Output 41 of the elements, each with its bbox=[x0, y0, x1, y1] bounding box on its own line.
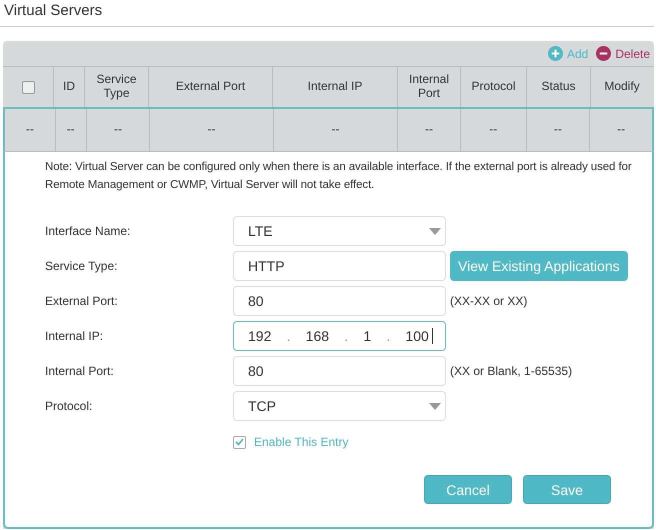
plus-icon bbox=[548, 46, 563, 61]
field-label: Interface Name: bbox=[45, 224, 132, 238]
caret-icon bbox=[429, 403, 441, 410]
table-cell: -- bbox=[331, 123, 340, 137]
input-field[interactable]: 80 bbox=[233, 286, 446, 316]
minus-icon bbox=[596, 46, 612, 61]
column-header: Service Type bbox=[95, 73, 138, 101]
delete-button[interactable]: Delete bbox=[596, 46, 650, 61]
input-field[interactable]: HTTP bbox=[233, 251, 446, 281]
column-header: Modify bbox=[604, 80, 640, 94]
table-cell: -- bbox=[208, 123, 216, 137]
table-cell: -- bbox=[489, 123, 498, 137]
dropdown[interactable]: LTE bbox=[233, 216, 446, 246]
select-all-checkbox[interactable] bbox=[22, 80, 34, 94]
column-header: Status bbox=[541, 80, 576, 94]
column-header: Internal IP bbox=[308, 80, 362, 94]
table-cell: -- bbox=[425, 123, 434, 137]
checkbox-label: Enable This Entry bbox=[254, 435, 348, 449]
input-field[interactable]: 80 bbox=[233, 356, 446, 386]
field-label: Protocol: bbox=[45, 399, 94, 413]
field-hint: (XX-XX or XX) bbox=[450, 294, 528, 308]
field-label: External Port: bbox=[45, 294, 119, 308]
column-header: External Port bbox=[176, 80, 246, 94]
enable-checkbox[interactable] bbox=[233, 436, 246, 448]
field-hint: (XX or Blank, 1-65535) bbox=[450, 364, 572, 378]
field-label: Internal IP: bbox=[45, 329, 104, 343]
dropdown[interactable]: TCP bbox=[233, 391, 446, 421]
table-cell: -- bbox=[26, 123, 34, 137]
page-title: Virtual Servers bbox=[0, 0, 654, 27]
table-cell: -- bbox=[114, 123, 122, 137]
caret-icon bbox=[429, 228, 441, 235]
table-cell: -- bbox=[66, 123, 75, 137]
column-header: ID bbox=[63, 80, 75, 94]
field-label: Internal Port: bbox=[45, 364, 115, 378]
table-cell: -- bbox=[554, 123, 562, 137]
note-text: Note: Virtual Server can be configured only when there is an available interface. If the external port is already used for Remote Management or CWMP, Virtual Server will not take effect. bbox=[45, 160, 633, 193]
ip-address-field[interactable]: 192 . 168 . 1 . 100 bbox=[233, 321, 446, 351]
table-cell: -- bbox=[617, 123, 626, 137]
column-header: Protocol bbox=[471, 80, 516, 94]
column-header: Internal Port bbox=[408, 73, 450, 101]
field-label: Service Type: bbox=[45, 259, 118, 273]
